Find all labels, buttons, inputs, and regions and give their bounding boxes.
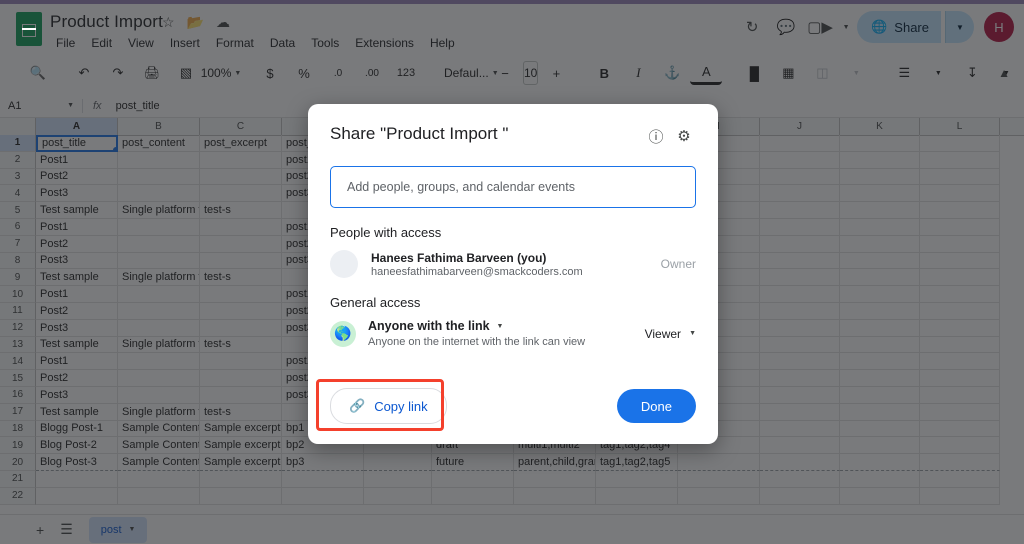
general-access-title: General access — [330, 295, 696, 310]
general-access-row: 🌎 Anyone with the link ▼ Anyone on the i… — [330, 319, 696, 348]
person-row[interactable]: Hanees Fathima Barveen (you) haneesfathi… — [330, 250, 696, 278]
share-dialog: Share "Product Import " ⓘ ⚙ People with … — [308, 104, 718, 444]
person-role: Owner — [661, 257, 696, 271]
person-email: haneesfathimabarveen@smackcoders.com — [371, 266, 661, 278]
globe-icon: 🌎 — [330, 321, 356, 347]
share-dialog-header: Share "Product Import " ⓘ ⚙ — [330, 124, 696, 148]
copy-link-button[interactable]: 🔗 Copy link — [330, 388, 447, 424]
google-sheets-window: Product Import ☆ 📂 ☁ File Edit View Inse… — [0, 0, 1024, 544]
person-info: Hanees Fathima Barveen (you) haneesfathi… — [371, 251, 661, 278]
gear-icon[interactable]: ⚙ — [672, 124, 696, 148]
done-button[interactable]: Done — [617, 389, 696, 423]
copy-link-label: Copy link — [374, 399, 427, 414]
share-dialog-title: Share "Product Import " — [330, 124, 640, 144]
add-people-field[interactable] — [330, 166, 696, 208]
people-with-access-title: People with access — [330, 225, 696, 240]
general-access-role-value: Viewer — [645, 327, 681, 341]
chevron-down-icon: ▼ — [497, 323, 504, 330]
general-access-role-selector[interactable]: Viewer ▼ — [645, 327, 696, 341]
general-access-subtitle: Anyone on the internet with the link can… — [368, 336, 645, 348]
link-icon: 🔗 — [349, 398, 365, 414]
chevron-down-icon: ▼ — [689, 330, 696, 337]
person-avatar — [330, 250, 358, 278]
general-access-selector[interactable]: Anyone with the link ▼ — [368, 319, 645, 333]
person-name: Hanees Fathima Barveen (you) — [371, 251, 661, 265]
share-dialog-footer: 🔗 Copy link Done — [330, 388, 696, 424]
general-access-info: Anyone with the link ▼ Anyone on the int… — [368, 319, 645, 348]
help-icon[interactable]: ⓘ — [644, 124, 668, 148]
add-people-input[interactable] — [345, 179, 695, 195]
general-access-value: Anyone with the link — [368, 319, 490, 333]
